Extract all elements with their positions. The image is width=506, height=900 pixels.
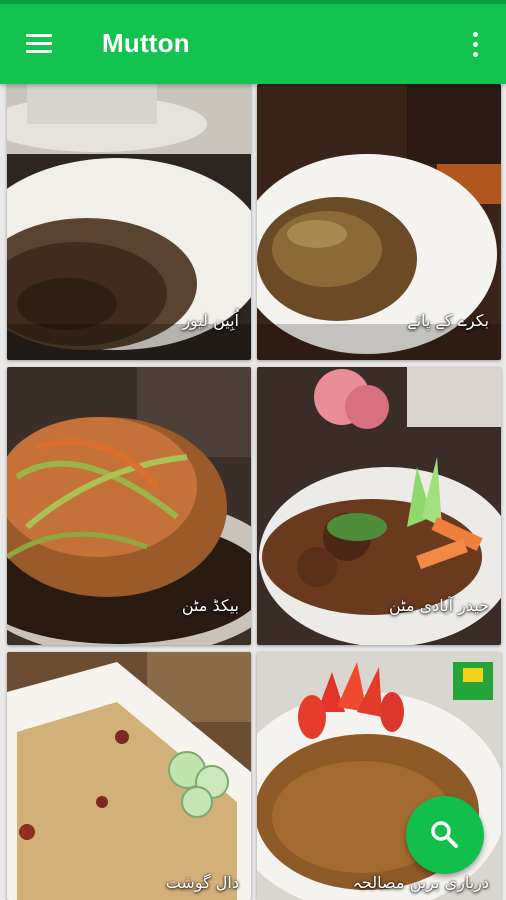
app-bar: Mutton (0, 4, 506, 84)
search-icon (431, 821, 458, 848)
recipe-card-daal-gosht[interactable]: دال گوشت (7, 652, 251, 900)
recipe-photo-daal-gosht (7, 652, 251, 900)
recipe-title: اُبِین لیور (182, 311, 239, 330)
recipe-title: دال گوشت (165, 873, 239, 892)
hamburger-menu-icon[interactable] (20, 28, 56, 60)
recipe-grid: اُبِین لیور بکرے کے پائے بیکڈ مٹن حیدر آ… (0, 84, 506, 900)
more-vertical-icon[interactable] (464, 26, 488, 64)
recipe-title: درباری برین مصالحہ (352, 873, 489, 892)
recipe-title: بکرے کے پائے (407, 311, 489, 330)
recipe-title: حیدر آبادی مٹن (388, 596, 489, 615)
search-fab[interactable] (406, 796, 484, 874)
recipe-title: بیکڈ مٹن (181, 596, 239, 615)
page-title: Mutton (102, 28, 190, 58)
recipe-card-baked-mutton[interactable]: بیکڈ مٹن (7, 367, 251, 645)
recipe-card-oven-liver[interactable]: اُبِین لیور (7, 84, 251, 360)
recipe-card-hyderabadi-mutton[interactable]: حیدر آبادی مٹن (257, 367, 501, 645)
recipe-card-goat-trotters[interactable]: بکرے کے پائے (257, 84, 501, 360)
